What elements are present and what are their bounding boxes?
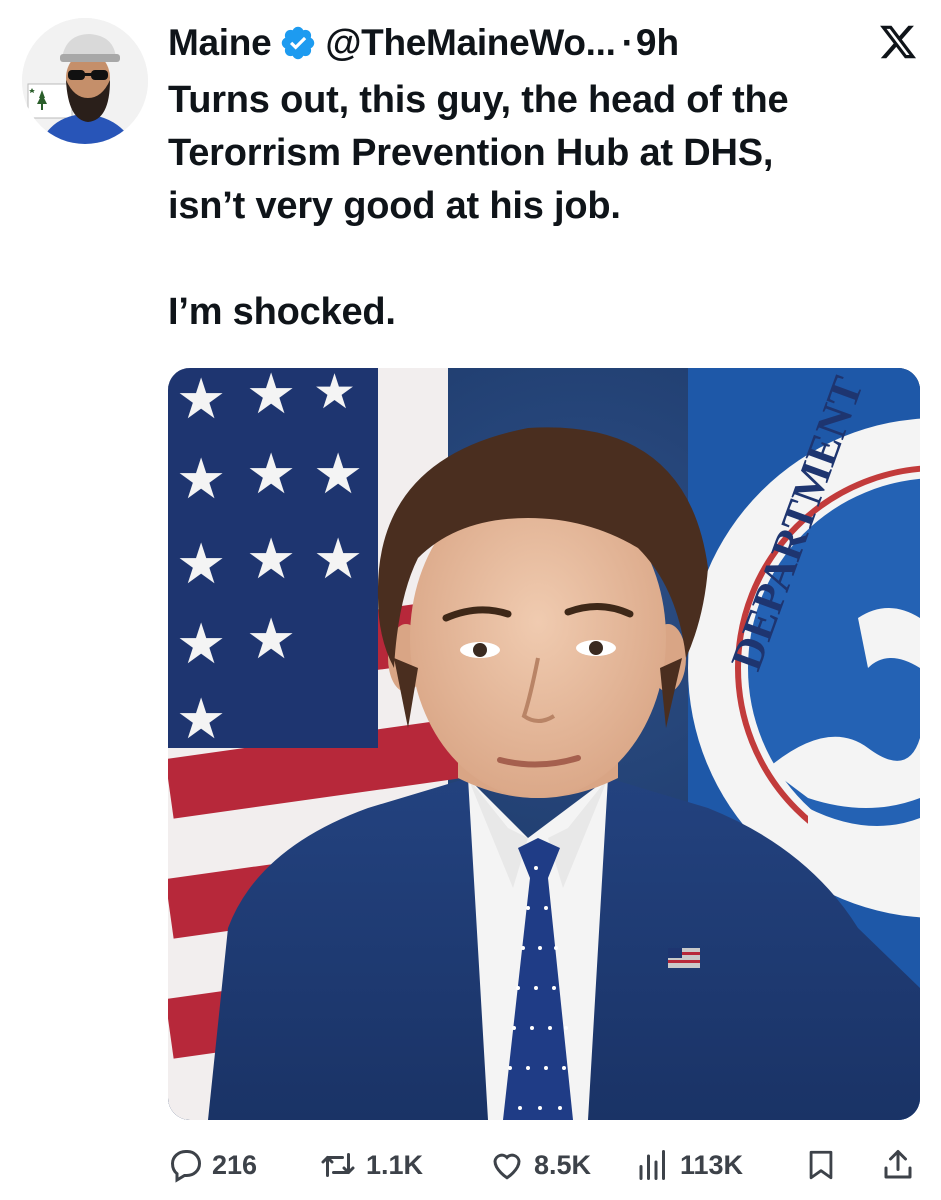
- svg-text:★: ★: [176, 447, 226, 512]
- svg-text:★: ★: [176, 532, 226, 597]
- tweet-header: Maine @TheMaineWo... · 9h: [168, 18, 928, 68]
- retweet-arrows-icon: [321, 1153, 355, 1177]
- tweet-text-line: Turns out, this guy, the head of the: [168, 79, 789, 121]
- retweet-button[interactable]: 1.1K: [318, 1142, 423, 1188]
- share-upload-icon: [884, 1150, 912, 1179]
- photo-image: ★ ★ ★ ★ ★ ★ ★ ★ ★ ★ ★ ★ DEPARTMENT: [168, 368, 920, 1120]
- tweet-timestamp[interactable]: 9h: [636, 22, 679, 64]
- svg-text:★: ★: [176, 612, 226, 677]
- verified-badge-icon: [279, 24, 317, 62]
- share-button[interactable]: [880, 1142, 924, 1188]
- author-handle[interactable]: @TheMaineWo...: [325, 22, 616, 64]
- bookmark-icon: [809, 1150, 833, 1180]
- tweet-text-line: Terorrism Prevention Hub at DHS,: [168, 132, 774, 174]
- svg-text:★: ★: [246, 442, 296, 507]
- svg-text:★: ★: [176, 687, 226, 752]
- like-count: 8.5K: [534, 1149, 592, 1180]
- views-button[interactable]: 113K: [634, 1142, 743, 1188]
- author-name[interactable]: Maine: [168, 22, 272, 64]
- svg-text:★: ★: [313, 368, 356, 420]
- reply-button[interactable]: 216: [168, 1142, 257, 1188]
- tweet-body: Turns out, this guy, the head of the Ter…: [168, 74, 918, 339]
- svg-text:★: ★: [246, 607, 296, 672]
- tweet-text-line: isn’t very good at his job.: [168, 185, 621, 227]
- speech-bubble-icon: [170, 1150, 202, 1183]
- avatar-image: [22, 18, 148, 144]
- like-button[interactable]: 8.5K: [488, 1142, 591, 1188]
- author-avatar[interactable]: [22, 18, 148, 144]
- header-separator: ·: [621, 22, 634, 63]
- reply-count: 216: [212, 1149, 258, 1180]
- bookmark-button[interactable]: [804, 1142, 846, 1188]
- view-count: 113K: [680, 1149, 744, 1180]
- tweet-media-photo[interactable]: ★ ★ ★ ★ ★ ★ ★ ★ ★ ★ ★ ★ DEPARTMENT: [168, 368, 920, 1120]
- heart-icon: [493, 1153, 521, 1180]
- svg-text:★: ★: [246, 527, 296, 592]
- bar-chart-icon: [639, 1150, 665, 1180]
- svg-text:★: ★: [246, 368, 296, 427]
- tweet-text-line: I’m shocked.: [168, 291, 396, 333]
- svg-text:★: ★: [176, 368, 226, 432]
- svg-text:★: ★: [313, 527, 363, 592]
- x-logo-icon: [878, 22, 918, 62]
- retweet-count: 1.1K: [366, 1149, 424, 1180]
- svg-text:★: ★: [313, 442, 363, 507]
- tweet-actions: 216 1.1K 8.5K 113K: [168, 1142, 920, 1188]
